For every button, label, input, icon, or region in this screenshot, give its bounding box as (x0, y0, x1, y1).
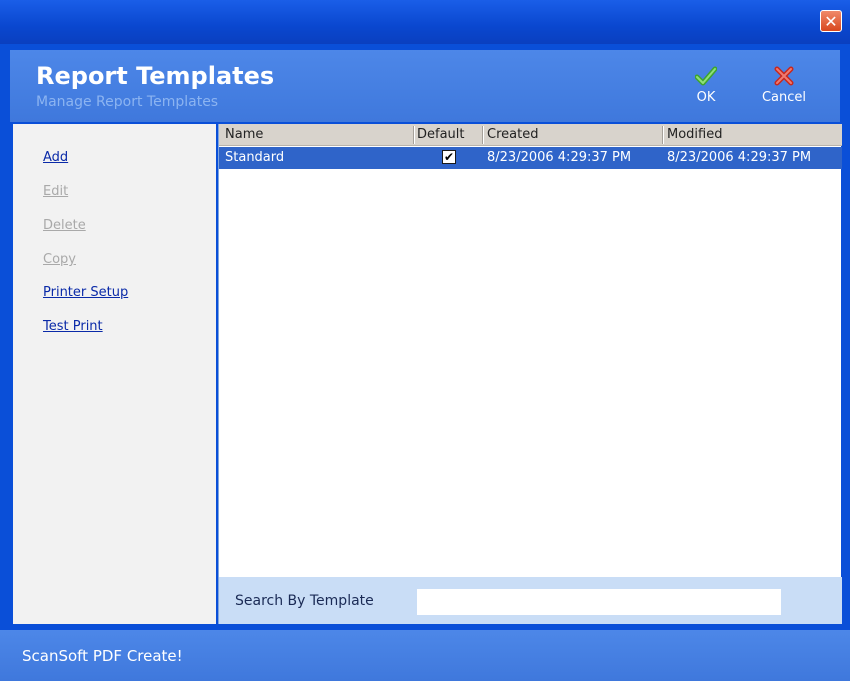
page-subtitle: Manage Report Templates (36, 94, 219, 110)
column-divider[interactable] (662, 126, 664, 144)
close-icon[interactable]: ✕ (820, 10, 842, 32)
page-title: Report Templates (36, 62, 275, 90)
dialog-window: ✕ Report Templates Manage Report Templat… (0, 0, 850, 681)
header-banner: Report Templates Manage Report Templates… (10, 50, 840, 122)
title-bar[interactable]: ✕ (0, 0, 850, 44)
checkmark-icon (695, 66, 717, 86)
cell-name: Standard (225, 150, 285, 165)
add-link[interactable]: Add (43, 150, 68, 165)
search-label: Search By Template (235, 593, 374, 609)
copy-link[interactable]: Copy (43, 252, 76, 267)
search-bar: Search By Template (219, 577, 842, 624)
delete-link[interactable]: Delete (43, 218, 86, 233)
column-divider[interactable] (482, 126, 484, 144)
ok-button[interactable]: OK (686, 66, 726, 105)
column-header-created[interactable]: Created (487, 127, 538, 142)
x-mark-icon (774, 66, 794, 86)
column-header-name[interactable]: Name (225, 127, 263, 142)
grid-header: Name Default Created Modified (219, 124, 842, 146)
cancel-label: Cancel (761, 90, 807, 105)
default-checkbox[interactable]: ✔ (442, 150, 456, 164)
column-header-default[interactable]: Default (417, 127, 465, 142)
footer-text: ScanSoft PDF Create! (22, 647, 183, 665)
action-sidebar: Add Edit Delete Copy Printer Setup Test … (13, 124, 216, 624)
table-row[interactable]: Standard ✔ 8/23/2006 4:29:37 PM 8/23/200… (219, 147, 842, 169)
cancel-button[interactable]: Cancel (754, 66, 814, 105)
cell-modified: 8/23/2006 4:29:37 PM (667, 150, 812, 165)
column-header-modified[interactable]: Modified (667, 127, 722, 142)
footer-bar: ScanSoft PDF Create! (0, 630, 850, 681)
templates-grid-panel: Name Default Created Modified Standard ✔… (218, 124, 842, 624)
edit-link[interactable]: Edit (43, 184, 68, 199)
ok-label: OK (696, 90, 716, 105)
printer-setup-link[interactable]: Printer Setup (43, 285, 128, 300)
cell-created: 8/23/2006 4:29:37 PM (487, 150, 632, 165)
test-print-link[interactable]: Test Print (43, 319, 103, 334)
column-divider[interactable] (413, 126, 415, 144)
search-input[interactable] (417, 589, 781, 615)
